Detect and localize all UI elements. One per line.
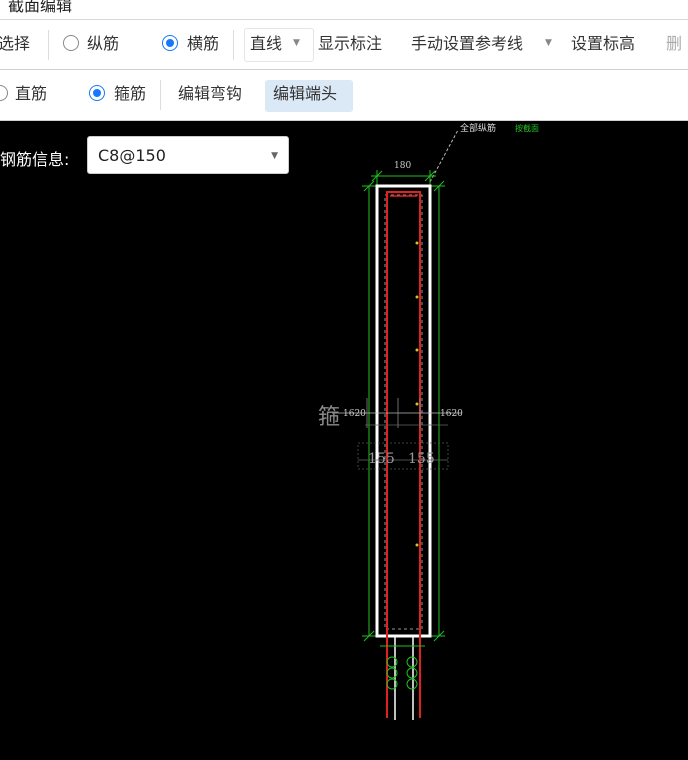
chevron-down-icon: ▼ (545, 38, 552, 48)
callout-green-label: 按截面 (515, 123, 539, 133)
transverse-radio[interactable] (162, 35, 178, 51)
divider (160, 80, 161, 110)
callout-label: 全部纵筋 (460, 122, 496, 134)
callout-leader (429, 129, 459, 183)
top-dim-text: 180 (394, 161, 411, 171)
line-mode-label: 直线 (250, 34, 283, 53)
longitudinal-label: 纵筋 (87, 34, 120, 53)
left-dim-text: 1620 (343, 409, 366, 419)
set-elevation-button[interactable]: 设置标高 (571, 34, 635, 54)
toolbar-secondary: 直筋 箍筋 编辑弯钩 编辑端头 (0, 70, 688, 121)
delete-button[interactable]: 删 (666, 34, 682, 54)
mid-dim-text: 155 (368, 451, 395, 467)
edit-hook-button[interactable]: 编辑弯钩 (178, 84, 242, 104)
hook-symbol (406, 656, 418, 668)
longitudinal-radio[interactable] (63, 35, 79, 51)
hook-symbol (406, 678, 418, 690)
stirrup-radio[interactable] (89, 85, 105, 101)
left-mark-text: 箍 (318, 405, 340, 430)
mid-dim-text: 155 (408, 451, 435, 467)
rebar-point (415, 543, 419, 547)
divider (233, 30, 234, 60)
rebar-point (415, 295, 419, 299)
manual-ref-button[interactable]: 手动设置参考线 (411, 34, 523, 54)
right-dim-text: 1620 (440, 409, 463, 419)
rebar-point (415, 402, 419, 406)
section-canvas[interactable]: 全部纵筋 按截面 180 箍 1620 1620 155 155 (0, 121, 688, 760)
title-bar: 截面编辑 (0, 0, 688, 19)
toolbar-main: 选择 纵筋 横筋 直线 ▼ 显示标注 手动设置参考线 ▼ 设置标高 删 (0, 19, 688, 70)
window-title: 截面编辑 (8, 0, 73, 15)
rebar-point (415, 241, 419, 245)
hook-symbol (406, 667, 418, 679)
transverse-label: 横筋 (187, 34, 220, 53)
show-dims-button[interactable]: 显示标注 (318, 34, 382, 54)
divider (48, 30, 49, 60)
chevron-down-icon: ▼ (293, 38, 300, 48)
select-button[interactable]: 选择 (0, 34, 30, 54)
edit-end-label: 编辑端头 (273, 84, 338, 103)
straight-radio[interactable] (0, 85, 8, 101)
stirrup-label: 箍筋 (114, 84, 147, 103)
rebar-points (415, 241, 419, 547)
cover-line (384, 194, 423, 630)
rebar-point (415, 348, 419, 352)
straight-label: 直筋 (15, 84, 48, 103)
